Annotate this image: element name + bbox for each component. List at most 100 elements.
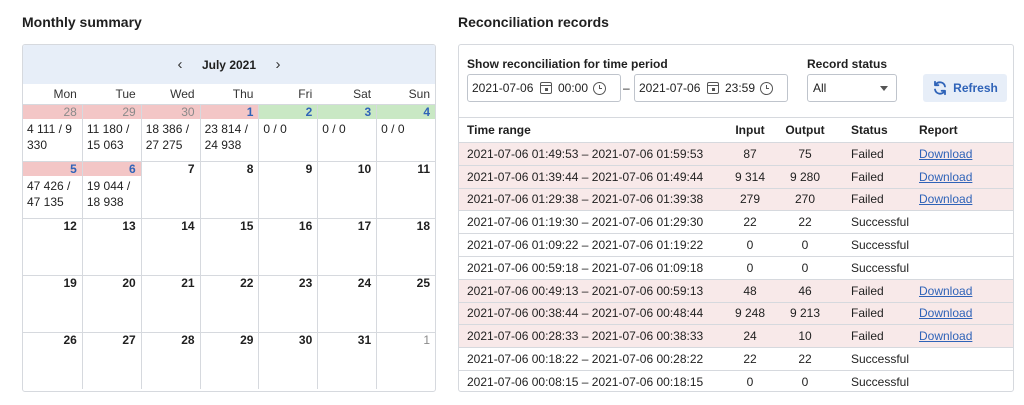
from-datetime-field[interactable]: 2021-07-06 00:00 <box>467 74 621 102</box>
calendar-day[interactable]: 31 <box>317 332 377 389</box>
day-number: 27 <box>122 333 136 347</box>
reconciliation-records-title: Reconciliation records <box>458 14 609 30</box>
header-input: Input <box>725 117 775 143</box>
day-totals <box>377 347 435 349</box>
table-row: 2021-07-06 01:39:44 – 2021-07-06 01:49:4… <box>459 164 1013 189</box>
input-cell: 0 <box>725 369 775 391</box>
calendar-day[interactable]: 4 0 / 0 <box>376 104 435 161</box>
day-number: 15 <box>240 219 254 233</box>
calendar-day[interactable]: 10 <box>317 161 377 218</box>
download-link[interactable]: Download <box>919 329 972 343</box>
day-number: 14 <box>181 219 195 233</box>
calendar-day[interactable]: 14 <box>140 218 200 275</box>
time-range-cell: 2021-07-06 00:28:33 – 2021-07-06 00:38:3… <box>459 324 725 348</box>
header-output: Output <box>775 117 835 143</box>
calendar-icon[interactable] <box>707 82 719 94</box>
day-totals <box>377 176 435 178</box>
calendar-day[interactable]: 26 <box>23 332 82 389</box>
input-cell: 279 <box>725 187 775 211</box>
refresh-label: Refresh <box>953 81 998 95</box>
calendar-day[interactable]: 20 <box>81 275 141 332</box>
calendar-day[interactable]: 25 <box>376 275 435 332</box>
clock-icon[interactable] <box>760 81 773 95</box>
report-cell: Download <box>919 324 1013 348</box>
calendar-day[interactable]: 1 <box>376 332 435 389</box>
day-totals: 47 426 / 47 135 <box>27 179 71 209</box>
calendar-day[interactable]: 22 <box>199 275 259 332</box>
weekday-header: Mon Tue Wed Thu Fri Sat Sun <box>23 84 435 104</box>
day-totals <box>259 347 317 349</box>
calendar-day[interactable]: 29 <box>199 332 259 389</box>
calendar-day[interactable]: 5 47 426 / 47 135 <box>23 161 82 218</box>
calendar-day[interactable]: 3 0 / 0 <box>317 104 377 161</box>
calendar-day[interactable]: 9 <box>258 161 318 218</box>
input-cell: 0 <box>725 255 775 280</box>
reconciliation-panel: Show reconciliation for time period 2021… <box>458 44 1014 392</box>
calendar-day[interactable]: 28 <box>140 332 200 389</box>
calendar-day[interactable]: 21 <box>140 275 200 332</box>
calendar-day[interactable]: 13 <box>81 218 141 275</box>
calendar-day[interactable]: 28 4 111 / 9 330 <box>23 104 82 161</box>
to-datetime-field[interactable]: 2021-07-06 23:59 <box>634 74 788 102</box>
calendar-day[interactable]: 11 <box>376 161 435 218</box>
day-number: 29 <box>82 105 141 119</box>
chevron-down-icon <box>880 86 888 91</box>
from-date-value: 2021-07-06 <box>472 81 534 95</box>
chevron-left-icon[interactable]: ‹ <box>172 56 188 73</box>
calendar-day[interactable]: 30 <box>258 332 318 389</box>
day-totals <box>259 233 317 235</box>
record-status-value: All <box>813 81 827 95</box>
day-number: 6 <box>82 162 141 176</box>
day-totals <box>318 176 376 178</box>
weekday-label: Tue <box>115 87 136 101</box>
day-number: 2 <box>259 105 318 119</box>
to-time-value: 23:59 <box>725 81 756 95</box>
calendar-day[interactable]: 8 <box>199 161 259 218</box>
calendar-day[interactable]: 2 0 / 0 <box>258 104 318 161</box>
calendar-day[interactable]: 24 <box>317 275 377 332</box>
report-cell: Download <box>919 164 1013 189</box>
calendar-day[interactable]: 16 <box>258 218 318 275</box>
input-cell: 22 <box>725 347 775 371</box>
refresh-button[interactable]: Refresh <box>923 74 1007 102</box>
day-totals <box>377 290 435 292</box>
status-cell: Successful <box>835 347 919 371</box>
calendar-day[interactable]: 6 19 044 / 18 938 <box>81 161 141 218</box>
calendar-icon[interactable] <box>540 82 552 94</box>
download-link[interactable]: Download <box>919 170 972 184</box>
download-link[interactable]: Download <box>919 192 972 206</box>
calendar-day[interactable]: 27 <box>81 332 141 389</box>
calendar-day[interactable]: 30 18 386 / 27 275 <box>140 104 200 161</box>
day-totals <box>318 347 376 349</box>
status-cell: Failed <box>835 187 919 211</box>
calendar-day[interactable]: 29 11 180 / 15 063 <box>81 104 141 161</box>
refresh-icon <box>934 80 947 96</box>
calendar-day[interactable]: 23 <box>258 275 318 332</box>
download-link[interactable]: Download <box>919 284 972 298</box>
table-row: 2021-07-06 00:49:13 – 2021-07-06 00:59:1… <box>459 278 1013 303</box>
status-cell: Failed <box>835 324 919 348</box>
record-status-select[interactable]: All <box>807 74 897 102</box>
calendar-day[interactable]: 15 <box>199 218 259 275</box>
calendar-day[interactable]: 18 <box>376 218 435 275</box>
table-row: 2021-07-06 01:09:22 – 2021-07-06 01:19:2… <box>459 233 1013 257</box>
calendar-day[interactable]: 7 <box>140 161 200 218</box>
time-range-cell: 2021-07-06 01:09:22 – 2021-07-06 01:19:2… <box>459 233 725 257</box>
chevron-right-icon[interactable]: › <box>270 56 286 73</box>
weekday-label: Sun <box>408 87 430 101</box>
download-link[interactable]: Download <box>919 306 972 320</box>
input-cell: 9 248 <box>725 301 775 325</box>
calendar-day[interactable]: 19 <box>23 275 82 332</box>
time-range-cell: 2021-07-06 00:38:44 – 2021-07-06 00:48:4… <box>459 301 725 325</box>
calendar-day[interactable]: 17 <box>317 218 377 275</box>
status-cell: Successful <box>835 210 919 234</box>
day-totals <box>142 290 200 292</box>
report-cell <box>919 210 1013 234</box>
day-totals <box>377 233 435 235</box>
calendar-day[interactable]: 12 <box>23 218 82 275</box>
download-link[interactable]: Download <box>919 147 972 161</box>
day-number: 13 <box>122 219 136 233</box>
calendar-day[interactable]: 1 23 814 / 24 938 <box>199 104 259 161</box>
clock-icon[interactable] <box>593 81 606 95</box>
day-number: 16 <box>298 219 313 233</box>
